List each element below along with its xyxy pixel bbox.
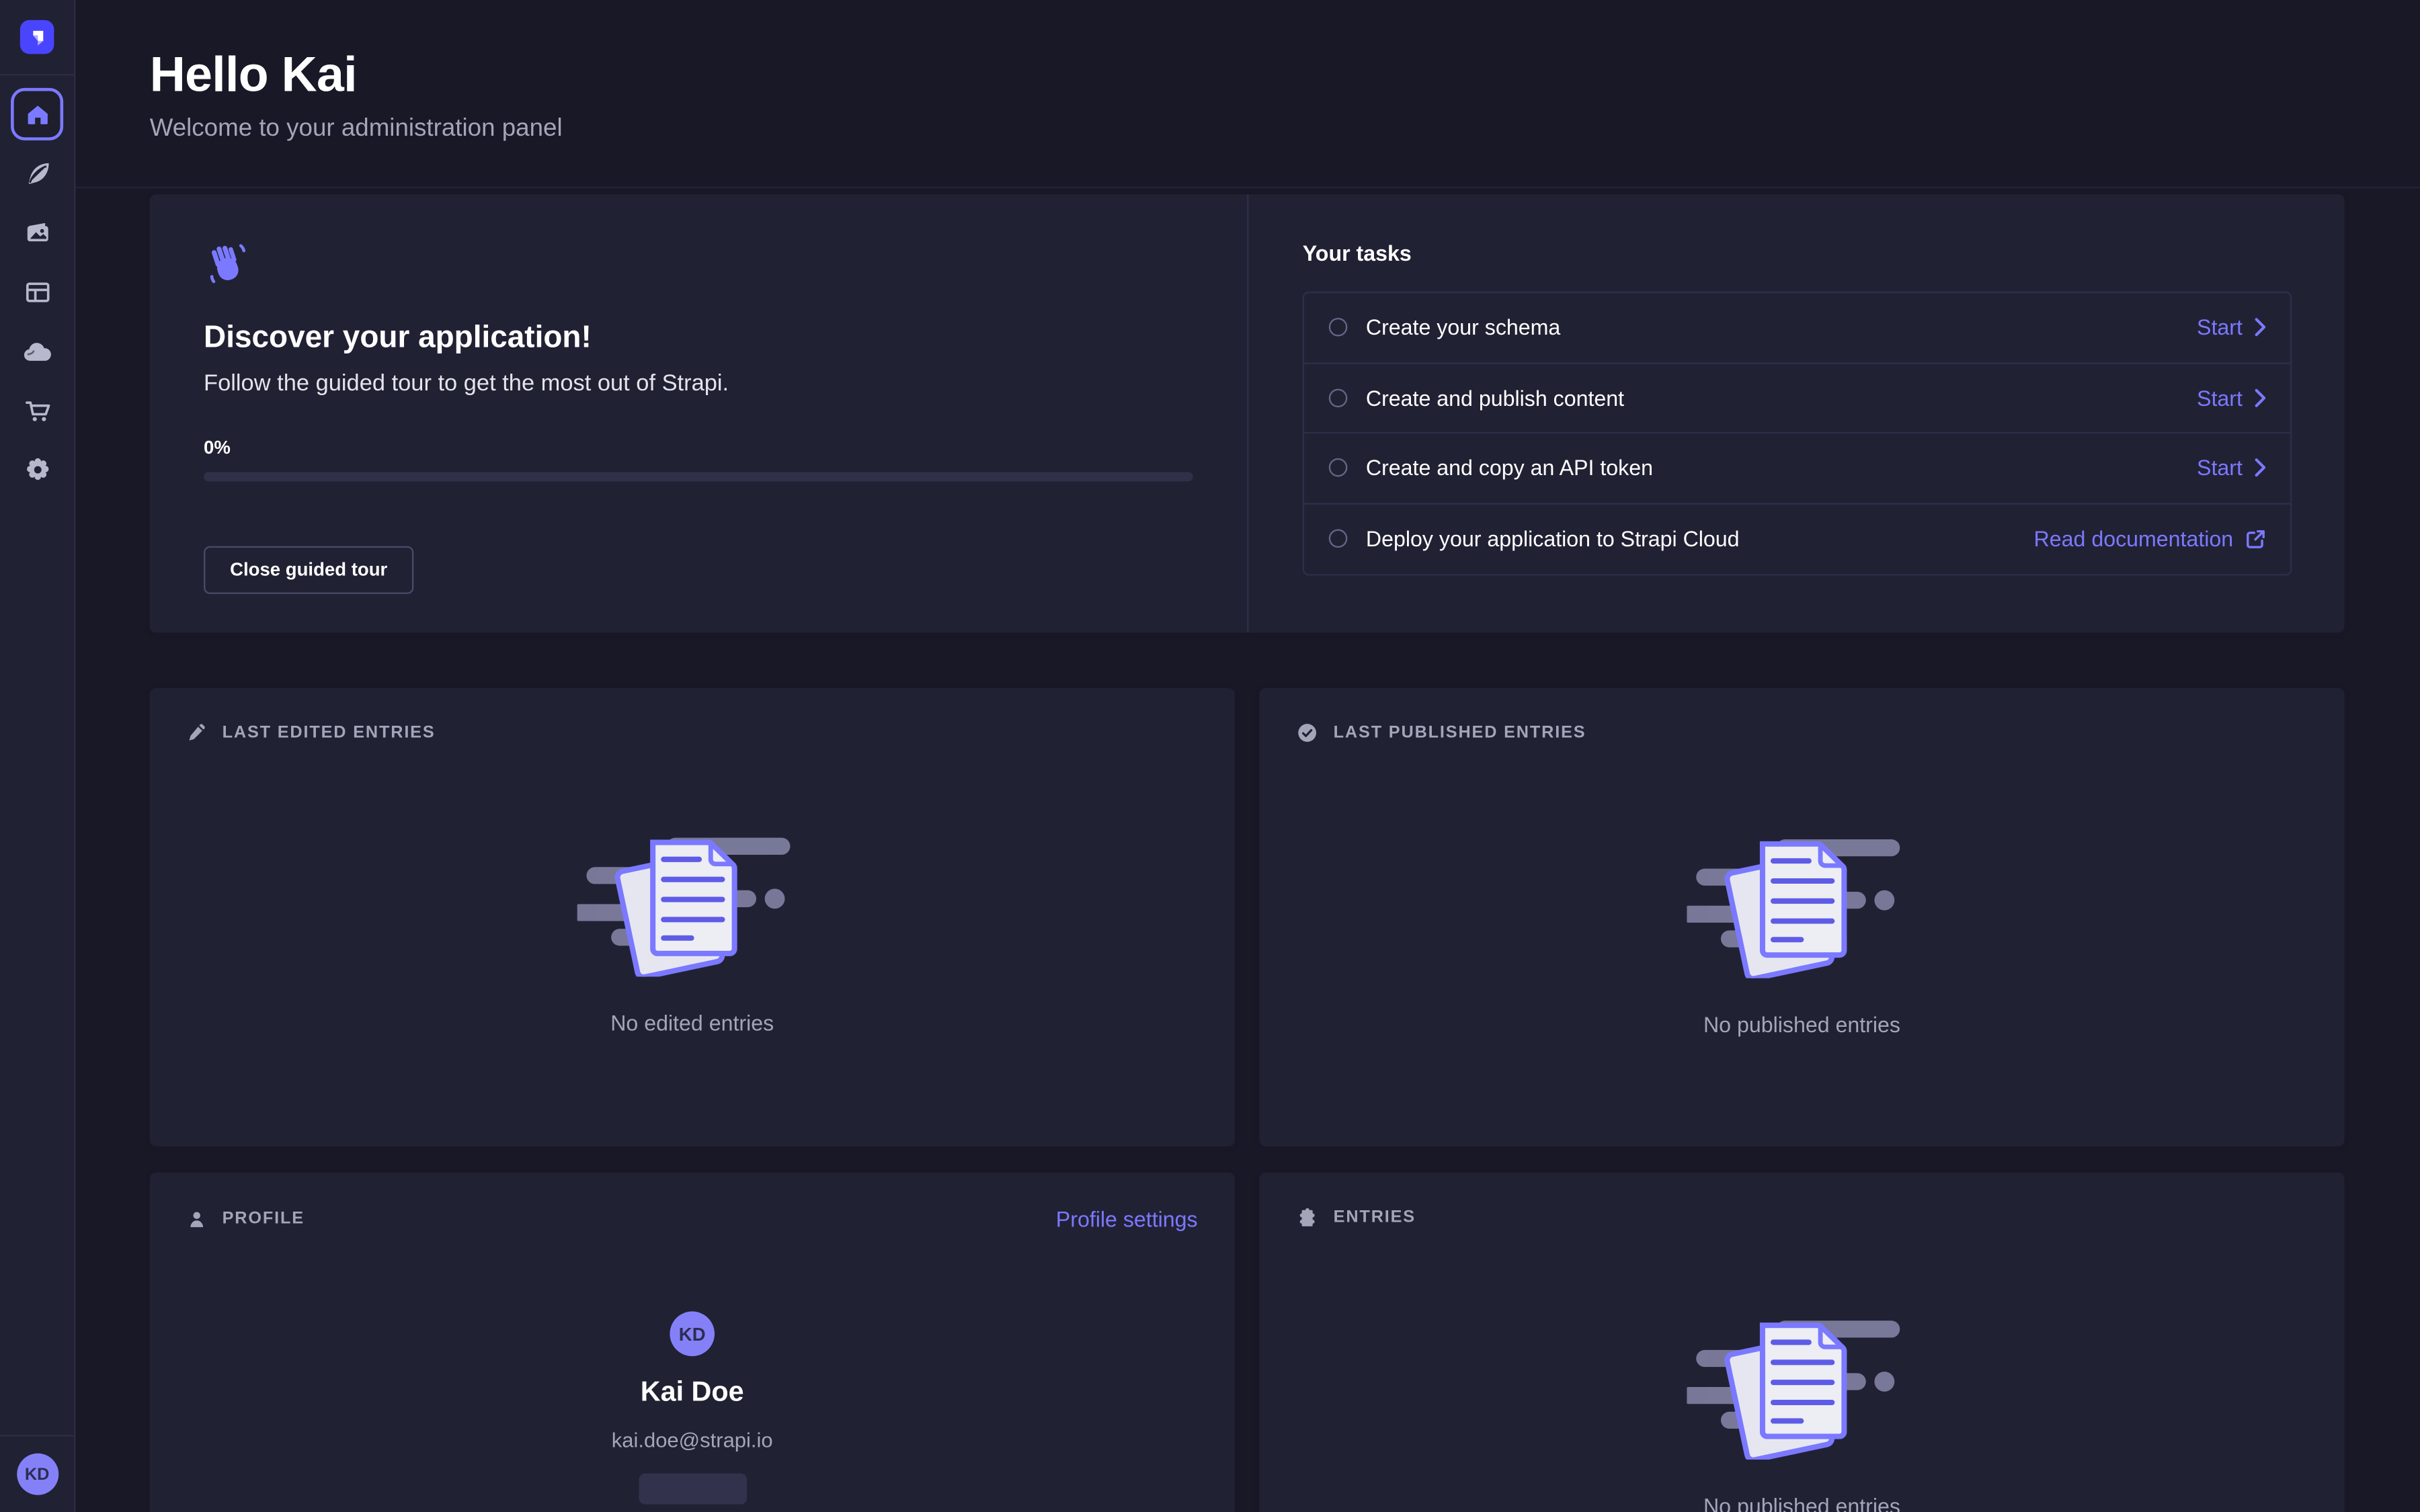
chevron-right-icon <box>2255 458 2265 477</box>
guided-tour-subtitle: Follow the guided tour to get the most o… <box>204 370 1185 396</box>
task-action-label: Read documentation <box>2034 526 2234 551</box>
progress-bar <box>204 472 1193 482</box>
last-edited-entries-widget: LAST EDITED ENTRIES No edited entries <box>150 688 1235 1146</box>
task-label: Create and publish content <box>1366 385 1624 410</box>
empty-state: No published entries <box>1259 1299 2344 1512</box>
profile-widget: PROFILE Profile settings KD Kai Doe kai.… <box>150 1173 1235 1512</box>
sidebar-item-content-manager[interactable] <box>0 144 74 203</box>
sidebar-item-content-type-builder[interactable] <box>0 262 74 321</box>
chevron-right-icon <box>2255 388 2265 407</box>
home-icon <box>24 101 50 127</box>
close-guided-tour-button[interactable]: Close guided tour <box>204 546 413 594</box>
task-radio[interactable] <box>1329 530 1348 548</box>
profile-name: Kai Doe <box>641 1376 744 1409</box>
media-icon <box>22 218 52 247</box>
empty-state: No published entries <box>1259 818 2344 1037</box>
pencil-icon <box>187 722 207 742</box>
profile-body: KD Kai Doe kai.doe@strapi.io <box>150 1312 1235 1505</box>
page-subtitle: Welcome to your administration panel <box>150 116 2346 143</box>
task-list: Create your schema Start Create and publ… <box>1303 292 2292 575</box>
entries-widget: ENTRIES No published entries <box>1259 1173 2344 1512</box>
content-area: Discover your application! Follow the gu… <box>76 188 2420 1512</box>
empty-state-text: No published entries <box>1703 1493 1900 1512</box>
task-row-create-schema[interactable]: Create your schema Start <box>1304 293 2290 363</box>
sidebar-item-marketplace[interactable] <box>0 381 74 440</box>
puzzle-icon <box>1297 1206 1318 1228</box>
task-radio[interactable] <box>1329 458 1348 477</box>
profile-email: kai.doe@strapi.io <box>612 1429 773 1452</box>
widget-header: PROFILE Profile settings <box>150 1173 1235 1231</box>
task-start-link[interactable]: Start <box>2197 456 2265 480</box>
waving-hand-icon <box>204 241 250 287</box>
gear-icon <box>22 456 52 485</box>
check-circle-icon <box>1297 722 1318 743</box>
chevron-right-icon <box>2255 319 2265 337</box>
last-published-entries-widget: LAST PUBLISHED ENTRIES No published entr… <box>1259 688 2344 1146</box>
page-header: Hello Kai Welcome to your administration… <box>76 0 2420 188</box>
empty-state-text: No edited entries <box>610 1011 774 1036</box>
homepage-top-card: Discover your application! Follow the gu… <box>150 194 2345 632</box>
tasks-panel: Your tasks Create your schema Start <box>1248 194 2344 632</box>
task-row-deploy-cloud[interactable]: Deploy your application to Strapi Cloud … <box>1304 504 2290 574</box>
widget-header: LAST PUBLISHED ENTRIES <box>1259 688 2344 744</box>
user-avatar[interactable]: KD <box>16 1454 58 1495</box>
empty-state-text: No published entries <box>1703 1012 1900 1037</box>
sidebar-item-settings[interactable] <box>0 440 74 499</box>
profile-role-badge <box>638 1474 746 1505</box>
task-start-link[interactable]: Start <box>2197 315 2265 340</box>
widgets-row-2: PROFILE Profile settings KD Kai Doe kai.… <box>150 1173 2345 1512</box>
guided-tour-panel: Discover your application! Follow the gu… <box>150 194 1249 632</box>
task-label: Deploy your application to Strapi Cloud <box>1366 526 1740 551</box>
read-documentation-link[interactable]: Read documentation <box>2034 526 2266 551</box>
feather-icon <box>22 159 52 188</box>
task-row-publish-content[interactable]: Create and publish content Start <box>1304 364 2290 433</box>
person-icon <box>187 1209 207 1229</box>
widget-title: ENTRIES <box>1334 1208 1416 1227</box>
sidebar-item-media-library[interactable] <box>0 203 74 262</box>
strapi-admin-app: KD Hello Kai Welcome to your administrat… <box>0 0 2420 1512</box>
tasks-title: Your tasks <box>1303 241 2292 265</box>
cart-icon <box>22 396 52 425</box>
task-radio[interactable] <box>1329 319 1348 337</box>
widget-title: LAST PUBLISHED ENTRIES <box>1334 724 1586 743</box>
sidebar-footer: KD <box>0 1435 74 1512</box>
widgets-row-1: LAST EDITED ENTRIES No edited entries LA… <box>150 688 2345 1146</box>
task-row-api-token[interactable]: Create and copy an API token Start <box>1304 433 2290 503</box>
sidebar: KD <box>0 0 76 1512</box>
empty-state: No edited entries <box>150 816 1235 1036</box>
widget-header: LAST EDITED ENTRIES <box>150 688 1235 742</box>
task-action-label: Start <box>2197 456 2243 480</box>
guided-tour-title: Discover your application! <box>204 321 1185 357</box>
sidebar-nav <box>0 144 74 500</box>
task-label: Create and copy an API token <box>1366 456 1653 480</box>
strapi-logo-icon <box>28 28 46 46</box>
empty-documents-illustration <box>577 816 808 977</box>
widget-title: LAST EDITED ENTRIES <box>223 723 436 742</box>
main-content: Hello Kai Welcome to your administration… <box>76 0 2420 1512</box>
task-action-label: Start <box>2197 315 2243 340</box>
profile-avatar: KD <box>670 1312 715 1357</box>
widget-title: PROFILE <box>223 1210 305 1228</box>
layout-icon <box>22 278 52 307</box>
task-radio[interactable] <box>1329 388 1348 407</box>
external-link-icon <box>2246 529 2266 549</box>
cloud-icon <box>22 341 52 362</box>
task-start-link[interactable]: Start <box>2197 385 2265 410</box>
profile-settings-link[interactable]: Profile settings <box>1056 1206 1198 1231</box>
progress-label: 0% <box>204 437 1185 458</box>
task-action-label: Start <box>2197 385 2243 410</box>
page-title: Hello Kai <box>150 46 2346 103</box>
logo-zone <box>0 0 74 76</box>
empty-documents-illustration <box>1686 818 1917 978</box>
strapi-logo[interactable] <box>20 20 54 54</box>
sidebar-item-deploy[interactable] <box>0 322 74 381</box>
empty-documents-illustration <box>1686 1299 1917 1460</box>
task-label: Create your schema <box>1366 315 1560 340</box>
widget-header: ENTRIES <box>1259 1173 2344 1228</box>
sidebar-item-home[interactable] <box>11 88 63 140</box>
